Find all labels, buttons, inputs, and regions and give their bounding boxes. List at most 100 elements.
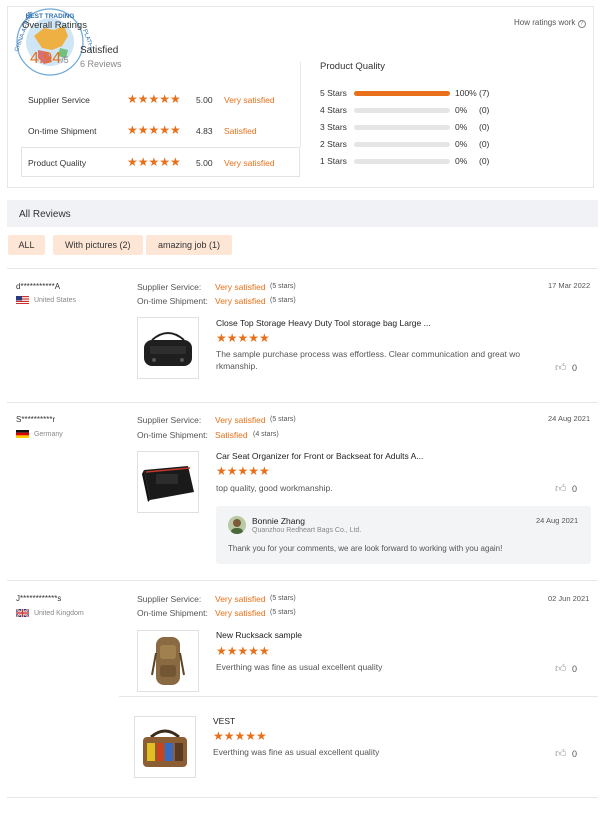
supplier-service-status: Very satisfied	[215, 415, 266, 425]
product-thumbnail[interactable]	[134, 716, 196, 778]
reviews-top-divider	[7, 268, 598, 269]
review-stars-icon: ★★★★★	[216, 464, 270, 478]
product-thumbnail[interactable]	[137, 630, 199, 692]
star-level-percent: 0%	[455, 122, 468, 132]
ontime-shipment-label: On-time Shipment:	[137, 296, 208, 306]
review-stars-icon: ★★★★★	[216, 644, 270, 658]
review-stars-icon: ★★★★★	[213, 729, 267, 743]
product-title-link[interactable]: Car Seat Organizer for Front or Backseat…	[216, 451, 423, 461]
review-date: 02 Jun 2021	[548, 594, 590, 603]
supplier-service-label: Supplier Service:	[137, 282, 202, 292]
reply-date: 24 Aug 2021	[536, 516, 579, 525]
ontime-shipment-label: On-time Shipment:	[137, 430, 208, 440]
like-count: 0	[572, 363, 578, 373]
star-level-percent: 0%	[455, 105, 468, 115]
star-level-count: (0)	[479, 105, 490, 115]
tool-bag-icon	[143, 729, 187, 767]
like-count: 0	[572, 749, 578, 759]
product-title-link[interactable]: VEST	[213, 716, 235, 726]
like-count: 0	[572, 484, 578, 494]
summary-divider	[300, 62, 301, 147]
star-level-bar	[354, 125, 450, 130]
review-text-line2: rkmanship.	[216, 361, 258, 371]
reviewer-country: United Kingdom	[16, 609, 84, 617]
filter-all-button[interactable]: ALL	[8, 235, 45, 255]
reviewer-name: S**********r	[16, 415, 56, 424]
star-rating-icon: ★★★★★	[127, 155, 181, 169]
uk-flag-icon	[16, 609, 29, 617]
all-reviews-title: All Reviews	[19, 209, 71, 220]
overall-satisfied: Satisfied	[80, 45, 119, 56]
review-text-line1: The sample purchase process was effortle…	[216, 349, 521, 359]
overall-score-suffix: /5	[61, 55, 69, 65]
help-icon: ?	[577, 20, 586, 28]
supplier-reply: Bonnie Zhang Quanzhou Redheart Bags Co.,…	[216, 506, 591, 564]
like-button[interactable]: 👍︎ 0	[555, 662, 577, 675]
star-level-label: 1 Stars	[320, 156, 347, 166]
filter-amazing-job-button[interactable]: amazing job (1)	[146, 235, 233, 255]
filter-with-pictures-button[interactable]: With pictures (2)	[53, 235, 143, 255]
review-text-line1: top quality, good workmanship.	[216, 483, 333, 493]
supplier-service-stars: (5 stars)	[270, 416, 296, 423]
review-date: 24 Aug 2021	[548, 414, 591, 423]
thumbs-up-icon: 👍︎	[555, 483, 567, 495]
rating-row-supplier-service: Supplier Service ★★★★★ 5.00 Very satisfi…	[21, 89, 299, 111]
all-reviews-header: All Reviews	[7, 200, 598, 227]
review-stars-icon: ★★★★★	[216, 331, 270, 345]
product-thumbnail[interactable]	[137, 451, 199, 513]
how-ratings-work-label: How ratings work	[514, 18, 576, 27]
review-divider	[7, 580, 598, 581]
ontime-shipment-status: Satisfied	[215, 430, 248, 440]
star-rating-icon: ★★★★★	[127, 92, 181, 106]
thumbs-up-icon: 👍︎	[555, 748, 567, 760]
reviews-count: 6 Reviews	[80, 59, 122, 69]
ontime-shipment-status: Very satisfied	[215, 608, 266, 618]
germany-flag-icon	[16, 430, 29, 438]
star-level-percent: 0%	[455, 139, 468, 149]
review-divider	[7, 797, 598, 798]
supplier-service-label: Supplier Service:	[137, 594, 202, 604]
like-button[interactable]: 👍︎ 0	[555, 361, 577, 374]
star-level-count: (0)	[479, 156, 490, 166]
rating-row-product-quality[interactable]: Product Quality ★★★★★ 5.00 Very satisfie…	[21, 147, 300, 177]
us-flag-icon	[16, 296, 29, 304]
reviewer-country-label: Germany	[33, 430, 63, 438]
car-organizer-icon	[142, 466, 194, 502]
like-button[interactable]: 👍︎ 0	[555, 482, 577, 495]
how-ratings-work-link[interactable]: How ratings work ?	[514, 18, 586, 28]
reviewer-country-label: United States	[33, 296, 76, 304]
star-level-bar-fill	[354, 91, 450, 96]
avatar	[228, 516, 246, 534]
ontime-shipment-stars: (4 stars)	[253, 431, 279, 438]
overall-score: 4.94/5	[30, 50, 69, 68]
ontime-shipment-label: On-time Shipment:	[137, 608, 208, 618]
duffel-bag-icon	[144, 332, 192, 366]
review-item: S**********r Germany Supplier Service: V…	[7, 404, 598, 580]
reply-company: Quanzhou Redheart Bags Co., Ltd.	[252, 527, 362, 534]
star-level-bar	[354, 91, 450, 96]
review-date: 17 Mar 2022	[548, 281, 591, 290]
star-level-percent: 0%	[455, 156, 468, 166]
star-level-count: (0)	[479, 139, 490, 149]
star-level-label: 5 Stars	[320, 88, 347, 98]
review-divider	[7, 402, 598, 403]
review-sub-divider	[119, 696, 598, 697]
thumbs-up-icon: 👍︎	[555, 663, 567, 675]
reviewer-country: United States	[16, 296, 76, 304]
product-title-link[interactable]: Close Top Storage Heavy Duty Tool storag…	[216, 318, 431, 328]
star-level-label: 3 Stars	[320, 122, 347, 132]
rating-row-label: Product Quality	[28, 158, 87, 168]
product-thumbnail[interactable]	[137, 317, 199, 379]
reply-author-name: Bonnie Zhang	[252, 516, 305, 526]
rucksack-icon	[151, 637, 185, 685]
product-title-link[interactable]: New Rucksack sample	[216, 630, 302, 640]
supplier-service-status: Very satisfied	[215, 282, 266, 292]
rating-row-status: Very satisfied	[224, 158, 275, 168]
star-level-bar	[354, 108, 450, 113]
rating-row-score: 5.00	[196, 158, 213, 168]
star-rating-icon: ★★★★★	[127, 123, 181, 137]
reviewer-country-label: United Kingdom	[33, 609, 84, 617]
like-button[interactable]: 👍︎ 0	[555, 747, 577, 760]
supplier-service-status: Very satisfied	[215, 594, 266, 604]
reply-text: Thank you for your comments, we are look…	[228, 544, 503, 553]
